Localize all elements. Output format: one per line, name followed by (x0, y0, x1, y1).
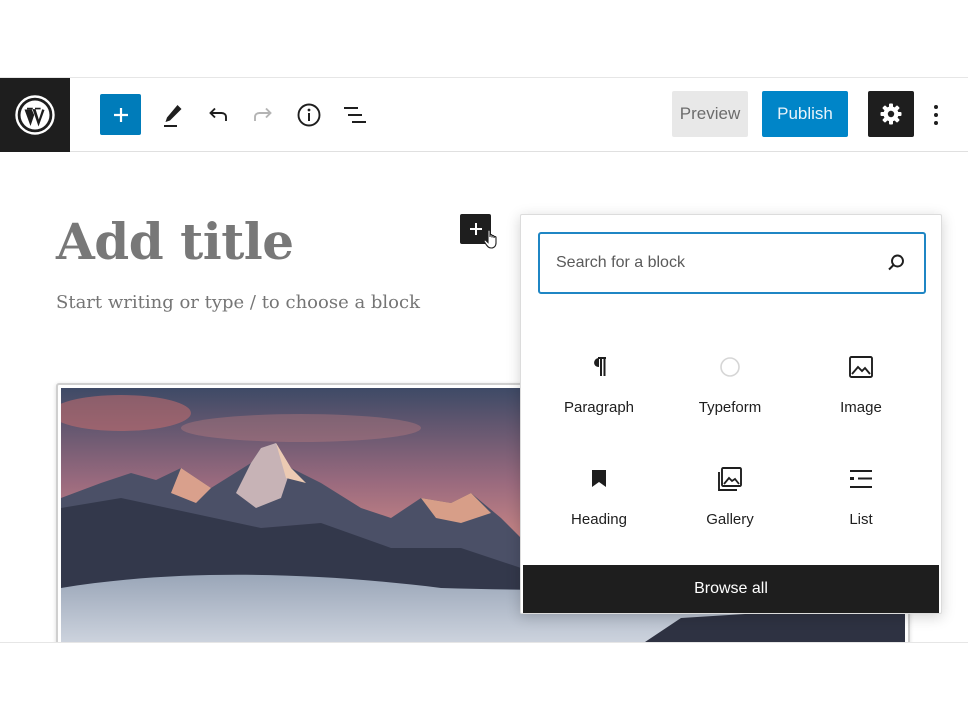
post-title-field[interactable]: Add title (56, 212, 294, 271)
wordpress-logo-icon (15, 95, 55, 135)
pencil-icon (164, 105, 182, 127)
add-block-button[interactable] (100, 94, 141, 135)
undo-icon (209, 107, 227, 121)
circle-icon (719, 353, 741, 381)
block-placeholder[interactable]: Start writing or type / to choose a bloc… (56, 292, 420, 313)
block-item-label: Gallery (706, 511, 754, 528)
tools-button[interactable] (152, 94, 194, 136)
browse-all-button[interactable]: Browse all (523, 565, 939, 613)
gallery-icon (717, 465, 743, 493)
paragraph-icon (589, 353, 609, 381)
block-item-image[interactable]: Image (796, 339, 926, 429)
block-item-label: Heading (571, 511, 627, 528)
block-item-paragraph[interactable]: Paragraph (534, 339, 664, 429)
redo-icon (254, 107, 272, 121)
wordpress-logo-button[interactable] (0, 78, 70, 152)
search-icon (888, 254, 904, 271)
redo-button[interactable] (242, 94, 284, 136)
block-item-label: Image (840, 399, 882, 416)
bottom-whitespace (0, 643, 968, 720)
block-editor: Preview Publish Add title Start writing … (0, 77, 968, 643)
settings-button[interactable] (868, 91, 914, 137)
info-icon (297, 103, 321, 127)
publish-button[interactable]: Publish (762, 91, 848, 137)
options-button[interactable] (922, 96, 950, 134)
block-item-typeform[interactable]: Typeform (665, 339, 795, 429)
hand-cursor-icon (482, 228, 502, 255)
block-item-label: List (849, 511, 873, 528)
block-inserter-popover: Paragraph Typeform Image Heading Gallery List… (520, 214, 942, 614)
block-item-label: Paragraph (563, 399, 635, 416)
editor-toolbar: Preview Publish (0, 78, 968, 152)
top-whitespace (0, 0, 968, 77)
block-search-box (538, 232, 926, 294)
more-vertical-icon (934, 105, 938, 125)
image-icon (848, 353, 874, 381)
preview-button[interactable]: Preview (672, 91, 748, 137)
list-view-icon (344, 107, 366, 123)
list-view-button[interactable] (334, 94, 376, 136)
block-item-heading[interactable]: Heading (534, 451, 664, 541)
plus-icon (113, 107, 128, 122)
gear-icon (880, 103, 902, 125)
block-item-label: Typeform (698, 399, 762, 416)
list-icon (848, 465, 874, 493)
bookmark-icon (590, 465, 608, 493)
block-item-gallery[interactable]: Gallery (665, 451, 795, 541)
block-item-list[interactable]: List (796, 451, 926, 541)
undo-button[interactable] (197, 94, 239, 136)
details-button[interactable] (288, 94, 330, 136)
block-search-input[interactable] (556, 234, 876, 292)
